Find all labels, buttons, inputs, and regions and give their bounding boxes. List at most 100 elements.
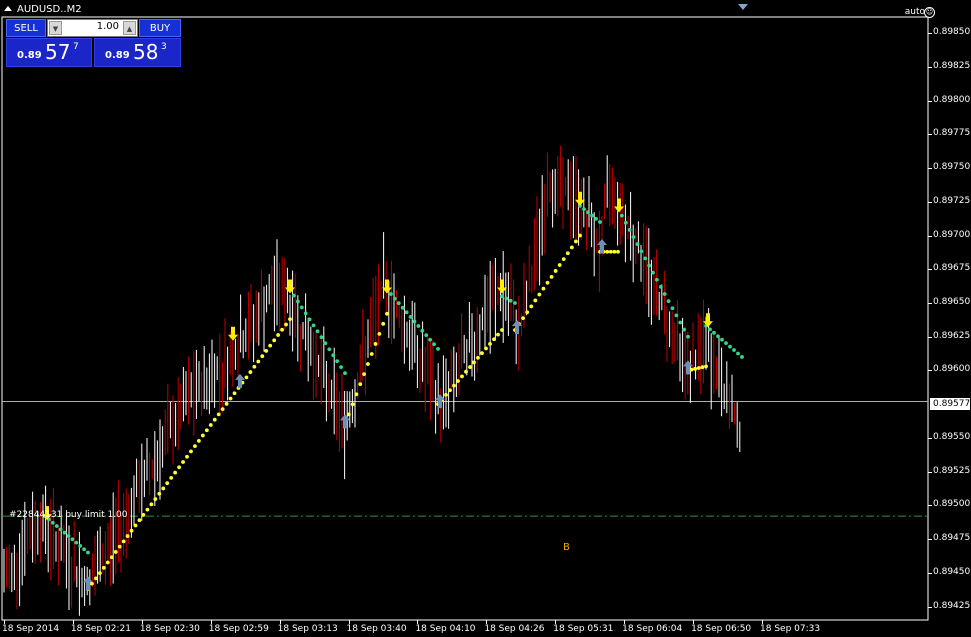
- uptrend-dot: [377, 331, 382, 336]
- price-tick-mark: [928, 437, 932, 439]
- time-tick-label: 18 Sep 03:40: [346, 624, 407, 634]
- uptrend-dot: [464, 369, 468, 374]
- lot-size-value[interactable]: 1.00: [97, 21, 119, 32]
- uptrend-dot: [545, 280, 550, 285]
- price-tick-mark: [928, 572, 932, 574]
- time-tick-label: 18 Sep 06:50: [691, 624, 752, 634]
- price-tick-mark: [928, 539, 932, 541]
- time-tick-label: 18 Sep 04:26: [484, 624, 545, 634]
- buy-price-button[interactable]: 0.89 58 3: [94, 38, 181, 67]
- uptrend-dot: [565, 251, 570, 256]
- uptrend-dot: [385, 311, 389, 316]
- time-tick-label: 18 Sep 2014: [2, 624, 60, 634]
- price-tick-mark: [928, 370, 932, 372]
- downtrend-dot: [631, 235, 636, 239]
- uptrend-dot: [553, 269, 558, 273]
- sell-signal-arrow-icon: [285, 279, 295, 294]
- uptrend-dot: [537, 292, 542, 297]
- downtrend-dot: [432, 342, 436, 347]
- uptrend-dot: [193, 444, 197, 449]
- uptrend-dot: [362, 372, 366, 377]
- price-tick-label: 0.89825: [933, 60, 971, 71]
- downtrend-dot: [50, 520, 55, 525]
- time-tick-label: 18 Sep 02:21: [70, 624, 131, 634]
- downtrend-dot: [396, 301, 401, 306]
- downtrend-dot: [639, 249, 644, 254]
- uptrend-dot: [97, 571, 102, 576]
- downtrend-dot: [674, 313, 679, 318]
- downtrend-dot: [86, 550, 90, 555]
- sell-price-fraction: 7: [73, 42, 79, 52]
- downtrend-dot: [416, 324, 421, 328]
- uptrend-dot: [133, 523, 138, 528]
- uptrend-dot: [557, 263, 562, 267]
- uptrend-dot: [101, 565, 106, 570]
- uptrend-dot: [181, 460, 185, 464]
- buy-button[interactable]: BUY: [139, 19, 181, 37]
- lot-decrease-button[interactable]: ▼: [49, 21, 62, 35]
- uptrend-dot: [185, 454, 189, 459]
- price-tick-label: 0.89850: [933, 27, 971, 38]
- uptrend-dot: [468, 365, 472, 369]
- uptrend-dot: [496, 332, 500, 337]
- downtrend-dot: [335, 359, 340, 364]
- uptrend-dot: [456, 379, 460, 383]
- uptrend-dot: [252, 364, 257, 369]
- downtrend-dot: [712, 330, 716, 335]
- uptrend-dot: [444, 392, 448, 397]
- uptrend-dot: [224, 401, 229, 406]
- price-tick-mark: [928, 505, 932, 507]
- downtrend-dot: [598, 220, 602, 224]
- uptrend-dot: [268, 343, 273, 348]
- uptrend-dot: [220, 407, 225, 412]
- price-tick-label: 0.89525: [933, 465, 971, 476]
- lot-size-field[interactable]: ▼ 1.00 ▲: [47, 19, 138, 37]
- uptrend-dot: [177, 465, 181, 470]
- downtrend-dot: [582, 207, 586, 211]
- time-tick-mark: [417, 620, 419, 624]
- uptrend-dot: [208, 423, 213, 427]
- downtrend-dot: [627, 228, 632, 232]
- downtrend-dot: [428, 337, 433, 342]
- uptrend-dot: [165, 481, 170, 486]
- uptrend-dot: [169, 475, 174, 480]
- sell-signal-arrow-icon: [228, 326, 238, 341]
- price-chart[interactable]: [0, 0, 971, 637]
- uptrend-dot: [529, 304, 534, 309]
- uptrend-dot: [141, 513, 146, 517]
- downtrend-dot: [424, 333, 429, 338]
- uptrend-dot: [157, 491, 162, 496]
- price-tick-label: 0.89775: [933, 128, 971, 139]
- sell-button[interactable]: SELL: [6, 19, 46, 37]
- uptrend-dot: [264, 349, 269, 353]
- uptrend-dot: [288, 317, 292, 322]
- downtrend-dot: [412, 319, 417, 324]
- uptrend-dot: [228, 396, 233, 401]
- chart-window[interactable]: AUDUSD..M2 auto ☺ SELL ▼ 1.00 ▲ BUY 0.89…: [0, 0, 971, 637]
- sell-price-main: 57: [45, 40, 71, 64]
- downtrend-dot: [82, 547, 86, 552]
- uptrend-dot: [696, 366, 701, 370]
- uptrend-dot: [488, 341, 492, 346]
- downtrend-dot: [66, 534, 71, 538]
- uptrend-dot: [354, 392, 359, 397]
- uptrend-dot: [105, 560, 110, 565]
- lot-increase-button[interactable]: ▲: [123, 21, 136, 35]
- order-label[interactable]: #22844131 buy limit 1.00: [9, 510, 128, 520]
- time-tick-mark: [141, 620, 143, 624]
- downtrend-dot: [307, 317, 312, 322]
- sell-price-button[interactable]: 0.89 57 7: [6, 38, 92, 67]
- uptrend-dot: [149, 502, 154, 507]
- downtrend-dot: [420, 328, 425, 333]
- downtrend-dot: [708, 327, 712, 332]
- chart-shift-marker-icon[interactable]: [738, 4, 748, 10]
- uptrend-dot: [452, 383, 456, 388]
- downtrend-dot: [728, 344, 732, 349]
- uptrend-dot: [480, 351, 484, 356]
- uptrend-dot: [109, 555, 114, 560]
- buy-signal-arrow-icon: [512, 319, 522, 334]
- time-tick-mark: [72, 620, 74, 624]
- chart-title[interactable]: AUDUSD..M2: [4, 4, 82, 15]
- collapse-panel-icon[interactable]: [4, 6, 12, 11]
- downtrend-dot: [670, 306, 675, 311]
